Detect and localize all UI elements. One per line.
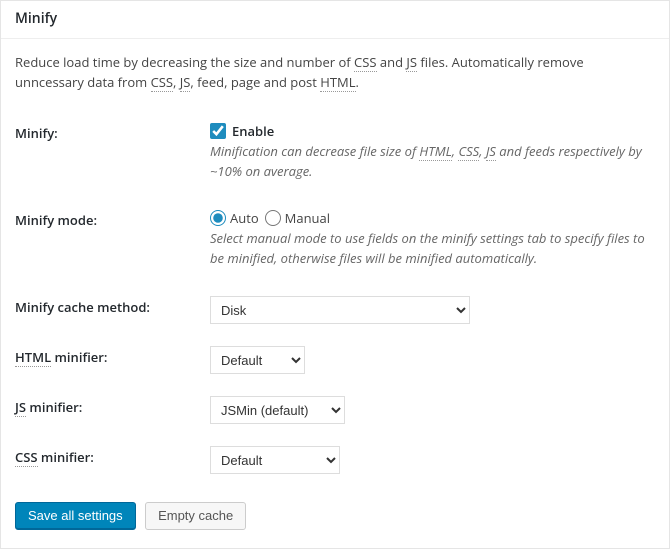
radio-manual-label: Manual xyxy=(285,209,330,227)
checkbox-enable-label: Enable xyxy=(232,122,274,140)
row-mode: Minify mode: Auto Manual Select manual m… xyxy=(15,209,655,268)
empty-cache-button[interactable]: Empty cache xyxy=(145,502,246,530)
label-mode: Minify mode: xyxy=(15,209,210,229)
abbr-css: CSS xyxy=(354,53,376,72)
label-cache-method: Minify cache method: xyxy=(15,296,210,316)
select-css-minifier[interactable]: Default xyxy=(210,446,340,474)
row-minify: Minify: Enable Minification can decrease… xyxy=(15,122,655,181)
checkbox-enable[interactable] xyxy=(210,123,226,139)
panel-header: Minify xyxy=(1,1,669,39)
abbr-html: HTML xyxy=(320,73,355,92)
select-cache-method[interactable]: Disk xyxy=(210,296,470,324)
panel-body: Reduce load time by decreasing the size … xyxy=(1,39,669,548)
label-js-minifier: JS minifier: xyxy=(15,396,210,416)
select-html-minifier[interactable]: Default xyxy=(210,346,305,374)
panel-title: Minify xyxy=(15,9,655,28)
radio-auto[interactable] xyxy=(210,210,226,226)
row-js-minifier: JS minifier: JSMin (default) xyxy=(15,396,655,424)
abbr-js2: JS xyxy=(180,73,191,92)
select-js-minifier[interactable]: JSMin (default) xyxy=(210,396,345,424)
abbr-js: JS xyxy=(406,53,417,72)
row-css-minifier: CSS minifier: Default xyxy=(15,446,655,474)
radio-auto-label: Auto xyxy=(230,209,259,227)
row-html-minifier: HTML minifier: Default xyxy=(15,346,655,374)
actions: Save all settings Empty cache xyxy=(15,502,655,530)
radio-manual-wrap[interactable]: Manual xyxy=(265,209,330,227)
minify-panel: Minify Reduce load time by decreasing th… xyxy=(0,0,670,549)
label-css-minifier: CSS minifier: xyxy=(15,446,210,466)
radio-manual[interactable] xyxy=(265,210,281,226)
save-button[interactable]: Save all settings xyxy=(15,502,136,530)
label-html-minifier: HTML minifier: xyxy=(15,346,210,366)
radio-auto-wrap[interactable]: Auto xyxy=(210,209,259,227)
intro-text: Reduce load time by decreasing the size … xyxy=(15,53,655,92)
label-minify: Minify: xyxy=(15,122,210,142)
abbr-css2: CSS xyxy=(151,73,173,92)
desc-mode: Select manual mode to use fields on the … xyxy=(210,229,655,268)
desc-minify: Minification can decrease file size of H… xyxy=(210,142,655,181)
row-cache-method: Minify cache method: Disk xyxy=(15,296,655,324)
